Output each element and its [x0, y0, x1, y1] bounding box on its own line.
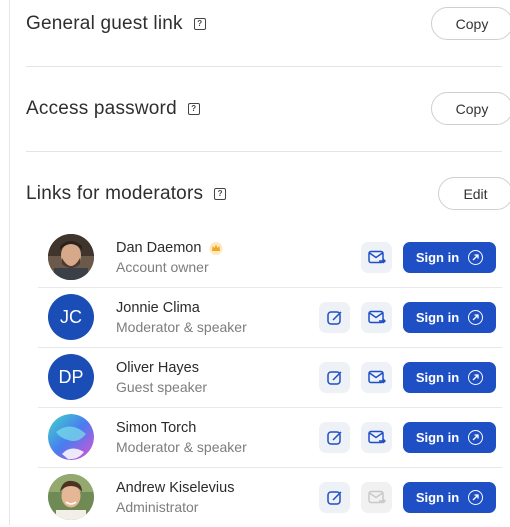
- moderator-name: Dan Daemon: [116, 240, 202, 256]
- edit-link-icon: [326, 310, 342, 325]
- moderator-name: Jonnie Clima: [116, 300, 200, 316]
- sign-in-button[interactable]: Sign in: [403, 482, 496, 513]
- moderator-role: Moderator & speaker: [116, 319, 247, 335]
- email-icon: [367, 250, 386, 264]
- copy-password-button[interactable]: Copy: [431, 92, 510, 125]
- avatar: [48, 414, 94, 460]
- moderator-role: Account owner: [116, 259, 209, 275]
- external-arrow-icon: [468, 370, 484, 385]
- email-link-button[interactable]: [361, 242, 392, 273]
- external-arrow-icon: [468, 310, 484, 325]
- moderator-row: Dan Daemon Account owner Sign in: [38, 227, 502, 287]
- sign-in-button[interactable]: Sign in: [403, 302, 496, 333]
- edit-link-icon: [326, 430, 342, 445]
- moderator-row: Andrew Kiselevius Administrator Sign in: [38, 467, 502, 527]
- moderator-row: Simon Torch Moderator & speaker Sign in: [38, 407, 502, 467]
- external-arrow-icon: [468, 430, 484, 445]
- avatar: [48, 474, 94, 520]
- external-arrow-icon: [468, 490, 484, 505]
- email-icon: [367, 430, 386, 444]
- moderator-role: Guest speaker: [116, 379, 208, 395]
- edit-link-icon: [326, 490, 342, 505]
- section-divider: [26, 66, 502, 67]
- email-link-button[interactable]: [361, 302, 392, 333]
- avatar-initials: JC: [60, 306, 82, 327]
- moderator-name: Andrew Kiselevius: [116, 480, 235, 496]
- sign-in-label: Sign in: [415, 250, 460, 265]
- email-link-button[interactable]: [361, 362, 392, 393]
- help-icon[interactable]: ?: [193, 18, 206, 30]
- moderators-section-title: Links for moderators ?: [26, 183, 227, 205]
- external-arrow-icon: [468, 250, 484, 265]
- moderators-title: Links for moderators: [26, 183, 204, 204]
- edit-moderators-button[interactable]: Edit: [438, 177, 510, 210]
- moderator-role: Moderator & speaker: [116, 439, 247, 455]
- sign-in-label: Sign in: [415, 370, 460, 385]
- panel-left-border: [9, 0, 10, 525]
- sign-in-button[interactable]: Sign in: [403, 362, 496, 393]
- avatar-initials: DP: [58, 366, 84, 387]
- email-icon: [367, 310, 386, 324]
- email-link-button[interactable]: [361, 422, 392, 453]
- email-link-button-disabled[interactable]: [361, 482, 392, 513]
- email-icon: [367, 370, 386, 384]
- sign-in-button[interactable]: Sign in: [403, 242, 496, 273]
- moderator-row: JC Jonnie Clima Moderator & speaker Sign…: [38, 287, 502, 347]
- moderator-name-row: Dan Daemon: [116, 240, 223, 256]
- edit-link-button[interactable]: [319, 362, 350, 393]
- moderator-row: DP Oliver Hayes Guest speaker Sign in: [38, 347, 502, 407]
- sign-in-label: Sign in: [415, 490, 460, 505]
- edit-link-button[interactable]: [319, 302, 350, 333]
- crown-icon: [209, 242, 223, 255]
- sign-in-label: Sign in: [415, 310, 460, 325]
- sign-in-label: Sign in: [415, 430, 460, 445]
- avatar: [48, 234, 94, 280]
- guest-link-section-title: General guest link ?: [26, 13, 206, 35]
- edit-link-icon: [326, 370, 342, 385]
- avatar: JC: [48, 294, 94, 340]
- password-title: Access password: [26, 98, 177, 119]
- avatar: DP: [48, 354, 94, 400]
- edit-link-button[interactable]: [319, 422, 350, 453]
- guest-link-title: General guest link: [26, 13, 183, 34]
- moderator-role: Administrator: [116, 499, 199, 515]
- email-icon: [367, 490, 386, 504]
- help-icon[interactable]: ?: [187, 103, 200, 115]
- sign-in-button[interactable]: Sign in: [403, 422, 496, 453]
- copy-guest-link-button[interactable]: Copy: [431, 7, 510, 40]
- section-divider: [26, 151, 502, 152]
- help-icon[interactable]: ?: [214, 188, 227, 200]
- password-section-title: Access password ?: [26, 98, 200, 120]
- edit-link-button[interactable]: [319, 482, 350, 513]
- moderator-name: Simon Torch: [116, 420, 197, 436]
- moderator-name: Oliver Hayes: [116, 360, 199, 376]
